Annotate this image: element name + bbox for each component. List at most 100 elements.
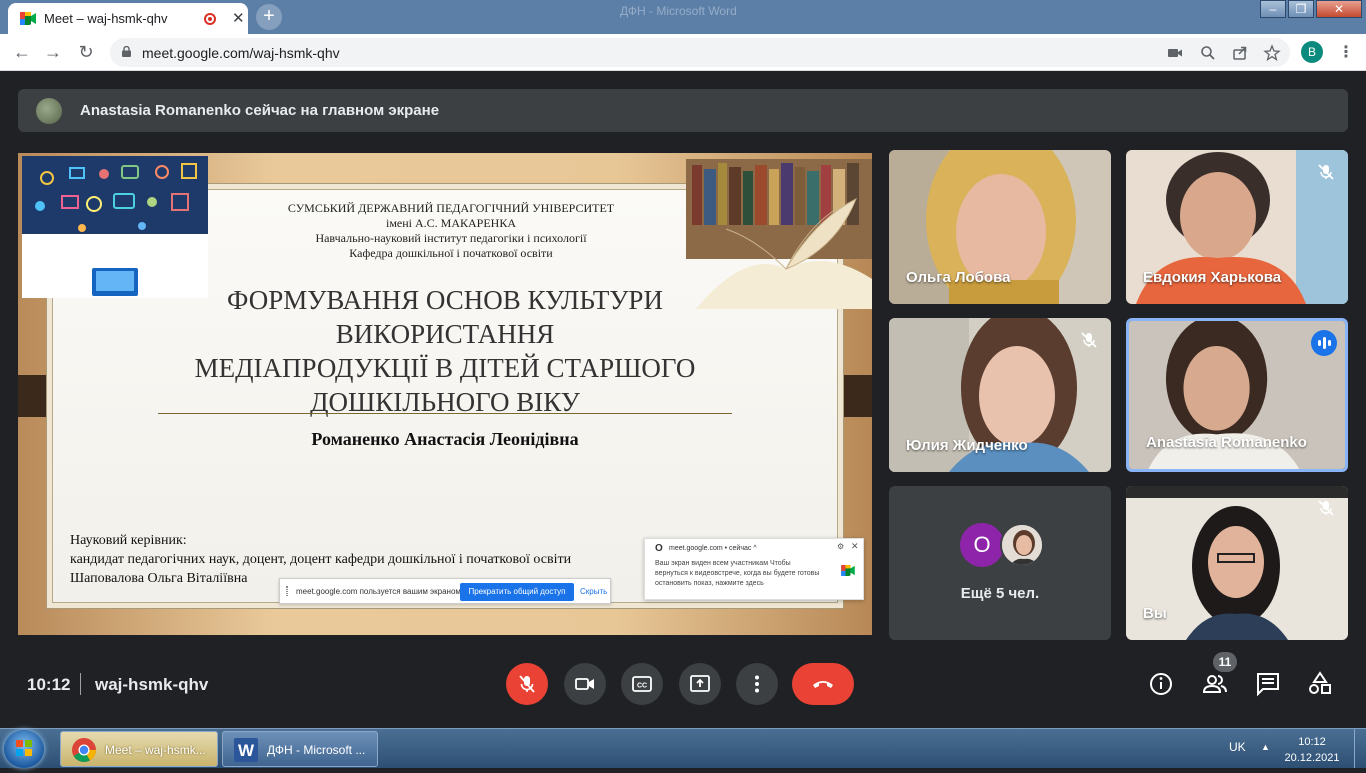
system-clock[interactable]: 10:12 20.12.2021: [1282, 734, 1342, 766]
closed-captions-icon: CC: [632, 676, 652, 692]
mic-off-icon: [1318, 164, 1334, 180]
drag-handle-icon[interactable]: [286, 586, 288, 596]
participant-count-badge: 11: [1213, 652, 1237, 672]
tray-expand-icon[interactable]: ▲: [1261, 742, 1270, 752]
url-text: meet.google.com/waj-hsmk-qhv: [142, 45, 340, 61]
reload-icon[interactable]: ↻: [74, 41, 98, 65]
more-options-button[interactable]: [736, 663, 778, 705]
word-icon: W: [234, 738, 258, 762]
show-desktop-button[interactable]: [1354, 729, 1366, 768]
speaking-indicator-icon: [1311, 330, 1337, 356]
tab-close-button[interactable]: ✕: [232, 9, 245, 27]
participant-name: Юлия Жидченко: [906, 437, 1028, 454]
camera-toggle-button[interactable]: [564, 663, 606, 705]
hang-up-phone-icon: [813, 681, 833, 688]
forward-arrow-icon[interactable]: →: [41, 41, 65, 65]
university-line-4: Кафедра дошкільної і початкової освіти: [349, 246, 553, 260]
share-icon[interactable]: [1231, 44, 1249, 62]
address-bar[interactable]: meet.google.com/waj-hsmk-qhv: [110, 38, 1290, 67]
window-maximize-button[interactable]: ❐: [1288, 0, 1314, 18]
tab-title: Meet – waj-hsmk-qhv: [44, 11, 168, 26]
svg-text:CC: CC: [637, 683, 647, 690]
slide-title-line-3: МЕДІАПРОДУКЦІЇ В ДІТЕЙ СТАРШОГО: [194, 353, 696, 383]
browser-toolbar: ← → ↻ meet.google.com/waj-hsmk-qhv B ⋮: [0, 34, 1366, 71]
taskbar-word-label: ДФН - Microsoft ...: [267, 743, 366, 757]
notification-source: meet.google.com • сейчас ^: [669, 545, 757, 552]
system-date: 20.12.2021: [1284, 752, 1340, 764]
participant-name: Ольга Лобова: [906, 269, 1011, 286]
video-camera-icon: [575, 678, 594, 690]
university-line-2: імені А.С. МАКАРЕНКА: [385, 216, 517, 230]
chat-icon[interactable]: [1255, 671, 1281, 697]
participant-tile-active-speaker[interactable]: Anastasia Romanenko: [1126, 318, 1348, 472]
notification-body: Ваш экран виден всем участникам Чтобы ве…: [655, 560, 820, 587]
screen-share-bar: meet.google.com пользуется вашим экраном…: [279, 578, 611, 604]
participant-tile[interactable]: Ольга Лобова: [889, 150, 1111, 304]
presenter-avatar: [36, 98, 62, 124]
participant-avatar-letter: О: [960, 523, 1004, 567]
meeting-details-info-icon[interactable]: [1148, 671, 1174, 697]
zoom-icon[interactable]: [1199, 44, 1217, 62]
background-window-title: ДФН - Microsoft Word: [620, 4, 737, 18]
captions-button[interactable]: CC: [621, 663, 663, 705]
mic-off-icon: [1081, 332, 1097, 348]
participant-avatar-photo: [1000, 523, 1044, 567]
notification-logo: O: [655, 543, 663, 554]
taskbar-chrome-label: Meet – waj-hsmk...: [105, 743, 206, 757]
participant-name: Евдокия Харькова: [1143, 269, 1282, 286]
google-meet-favicon-icon: [20, 12, 36, 25]
back-arrow-icon[interactable]: ←: [10, 41, 34, 65]
share-bar-message: meet.google.com пользуется вашим экраном…: [296, 587, 464, 596]
window-close-button[interactable]: ✕: [1316, 0, 1362, 18]
participant-tile[interactable]: Евдокия Харькова: [1126, 150, 1348, 304]
browser-tab-meet[interactable]: Meet – waj-hsmk-qhv ✕: [8, 3, 248, 34]
title-divider: [158, 413, 732, 414]
more-participants-label: Ещё 5 чел.: [960, 585, 1040, 602]
stop-sharing-button[interactable]: Прекратить общий доступ: [460, 583, 574, 601]
self-view-tile[interactable]: Вы: [1126, 486, 1348, 640]
university-line-1: СУМСЬКИЙ ДЕРЖАВНИЙ ПЕДАГОГІЧНИЙ УНІВЕРСИ…: [287, 201, 615, 215]
participant-tile[interactable]: Юлия Жидченко: [889, 318, 1111, 472]
bookmark-star-icon[interactable]: [1263, 44, 1281, 62]
profile-avatar[interactable]: B: [1301, 41, 1323, 63]
input-language-indicator[interactable]: UK: [1229, 740, 1246, 754]
new-tab-button[interactable]: +: [256, 4, 282, 30]
windows-start-button[interactable]: [4, 730, 44, 768]
present-screen-button[interactable]: [679, 663, 721, 705]
people-icon[interactable]: [1202, 671, 1228, 697]
more-participants-tile[interactable]: О Ещё 5 чел.: [889, 486, 1111, 640]
slide-title-line-1: ФОРМУВАННЯ ОСНОВ КУЛЬТУРИ: [227, 285, 663, 315]
more-vert-icon: [755, 675, 759, 693]
taskbar-word-button[interactable]: W ДФН - Microsoft ...: [222, 731, 378, 767]
google-meet-icon: [841, 565, 855, 576]
meeting-code: waj-hsmk-qhv: [95, 675, 209, 694]
leave-call-button[interactable]: [792, 663, 854, 705]
share-notification[interactable]: O meet.google.com • сейчас ^ ⚙ ✕ Ваш экр…: [644, 538, 864, 600]
hide-share-bar-button[interactable]: Скрыть: [580, 587, 607, 596]
self-name: Вы: [1143, 605, 1167, 622]
mic-off-icon: [1318, 500, 1334, 516]
recording-indicator-icon: [204, 13, 216, 25]
presenter-banner: Anastasia Romanenko сейчас на главном эк…: [18, 89, 1348, 132]
window-minimize-button[interactable]: –: [1260, 0, 1286, 18]
supervisor-line-1: Науковий керівник:: [70, 533, 187, 548]
svg-text:W: W: [238, 741, 255, 760]
taskbar-chrome-button[interactable]: Meet – waj-hsmk...: [60, 731, 218, 767]
browser-title-bar: ДФН - Microsoft Word Meet – waj-hsmk-qhv…: [0, 0, 1366, 34]
university-header: СУМСЬКИЙ ДЕРЖАВНИЙ ПЕДАГОГІЧНИЙ УНІВЕРСИ…: [178, 201, 724, 261]
camera-permission-icon[interactable]: [1166, 44, 1184, 62]
system-time: 10:12: [1298, 736, 1326, 748]
participant-name: Anastasia Romanenko: [1146, 434, 1307, 451]
chrome-icon: [72, 738, 96, 763]
close-icon[interactable]: ✕: [851, 541, 859, 552]
lock-icon: [122, 46, 131, 57]
slide-title: ФОРМУВАННЯ ОСНОВ КУЛЬТУРИ ВИКОРИСТАННЯ М…: [138, 283, 752, 419]
gear-icon[interactable]: ⚙: [837, 542, 844, 551]
browser-menu-icon[interactable]: ⋮: [1338, 42, 1354, 62]
microphone-toggle-button[interactable]: [506, 663, 548, 705]
windows-logo-icon: [16, 740, 32, 756]
activities-icon[interactable]: [1307, 671, 1333, 697]
shared-screen-slide: СУМСЬКИЙ ДЕРЖАВНИЙ ПЕДАГОГІЧНИЙ УНІВЕРСИ…: [18, 153, 872, 635]
mic-off-icon: [519, 675, 535, 693]
supervisor-line-2: кандидат педагогічних наук, доцент, доце…: [70, 552, 572, 567]
